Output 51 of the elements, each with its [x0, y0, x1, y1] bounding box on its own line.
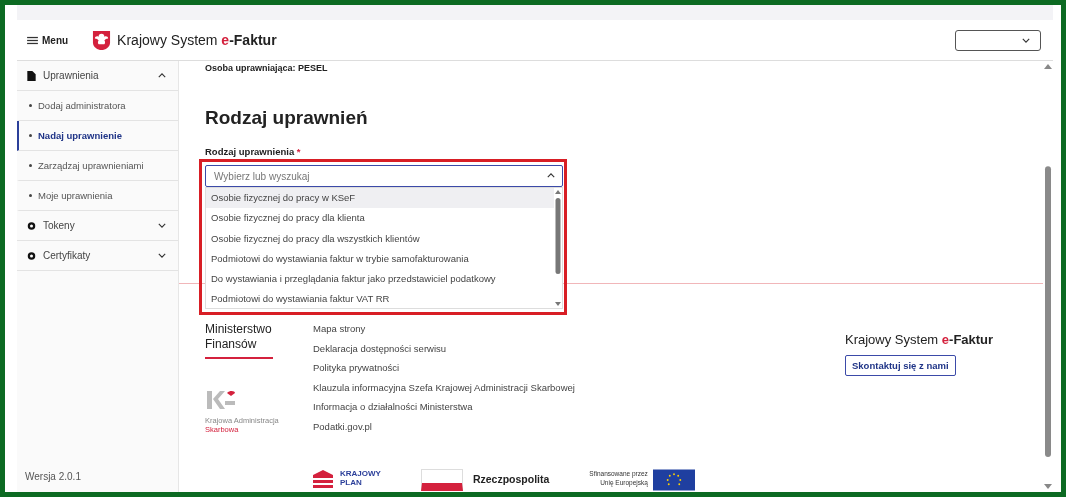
scrollbar-drawing[interactable]	[554, 188, 562, 308]
footer-link[interactable]: Podatki.gov.pl	[313, 419, 845, 433]
chevron-up-icon	[547, 173, 555, 178]
dropdown-option[interactable]: Osobie fizycznej do pracy w KSeF	[206, 188, 554, 209]
plan-logo-text: PLAN	[340, 478, 363, 487]
footer-link[interactable]: Deklaracja dostępności serwisu	[313, 341, 845, 355]
dropdown-option[interactable]: Osobie fizycznej do pracy dla wszystkich klientów	[206, 228, 554, 249]
chevron-up-icon	[158, 73, 166, 78]
plan-logo-icon	[311, 469, 335, 489]
document-icon	[27, 70, 36, 81]
menu-button[interactable]: Menu	[27, 34, 69, 46]
combo-field[interactable]: Wybierz lub wyszukaj	[205, 165, 563, 187]
circle-icon	[27, 250, 36, 261]
bullet-icon	[29, 194, 32, 197]
circle-icon	[27, 220, 36, 231]
version-label: Wersja 2.0.1	[24, 471, 82, 484]
sidebar-subitem[interactable]: Zarządzaj uprawnieniami	[17, 151, 178, 181]
bullet-icon	[29, 104, 32, 107]
eagle-emblem-icon	[92, 29, 112, 51]
contact-button[interactable]: Skontaktuj się z nami	[845, 355, 956, 376]
sidebar-item[interactable]: Tokeny	[17, 211, 178, 241]
ministry-logo: Ministerstwo Finansów	[205, 322, 273, 359]
sidebar-subitem[interactable]: Nadaj uprawnienie	[17, 121, 178, 151]
dropdown-option[interactable]: Podmiotowi do wystawiania faktur VAT RR	[206, 289, 554, 310]
sidebar-item[interactable]: Certyfikaty	[17, 241, 178, 271]
bullet-icon	[29, 134, 32, 137]
page-heading: Rodzaj uprawnień	[205, 107, 369, 129]
dropdown-option[interactable]: Osobie fizycznej do pracy dla klienta	[206, 208, 554, 229]
chevron-down-icon	[158, 223, 166, 228]
field-label: Rodzaj uprawnienia *	[205, 146, 301, 157]
brand-title: Krajowy System e-Faktur	[117, 32, 277, 48]
grantor-label: Osoba uprawniająca: PESEL	[205, 63, 329, 73]
dropdown-option[interactable]: Do wystawiania i przeglądania faktur jako przedstawiciel podatkowy	[206, 269, 554, 290]
dropdown-option[interactable]: Podmiotowi do wystawiania faktur w trybie samofakturowania	[206, 248, 554, 270]
sidebar-subitem[interactable]: Dodaj administratora	[17, 91, 178, 121]
chevron-down-icon	[158, 253, 166, 258]
footer-brand: Krajowy System e-Faktur	[845, 332, 994, 347]
menu-icon	[27, 35, 38, 45]
flag-icon	[420, 469, 463, 491]
sidebar-item[interactable]: Uprawnienia	[17, 61, 178, 91]
footer-link[interactable]: Mapa strony	[313, 322, 845, 336]
bullet-icon	[29, 164, 32, 167]
chevron-down-icon	[1022, 37, 1030, 43]
plan-logo-text: KRAJOWY	[340, 469, 381, 478]
sidebar-subitem[interactable]: Moje uprawnienia	[17, 181, 178, 211]
footer-link[interactable]: Polityka prywatności	[313, 361, 845, 375]
header-select[interactable]	[955, 29, 1041, 51]
eu-flag-icon	[652, 469, 695, 491]
footer-link[interactable]: Klauzula informacyjna Szefa Krajowej Administracji Skarbowej	[313, 380, 845, 394]
footer-link[interactable]: Informacja o działalności Ministerstwa	[313, 400, 845, 414]
republic-logo-text: Rzeczpospolita	[472, 473, 550, 487]
